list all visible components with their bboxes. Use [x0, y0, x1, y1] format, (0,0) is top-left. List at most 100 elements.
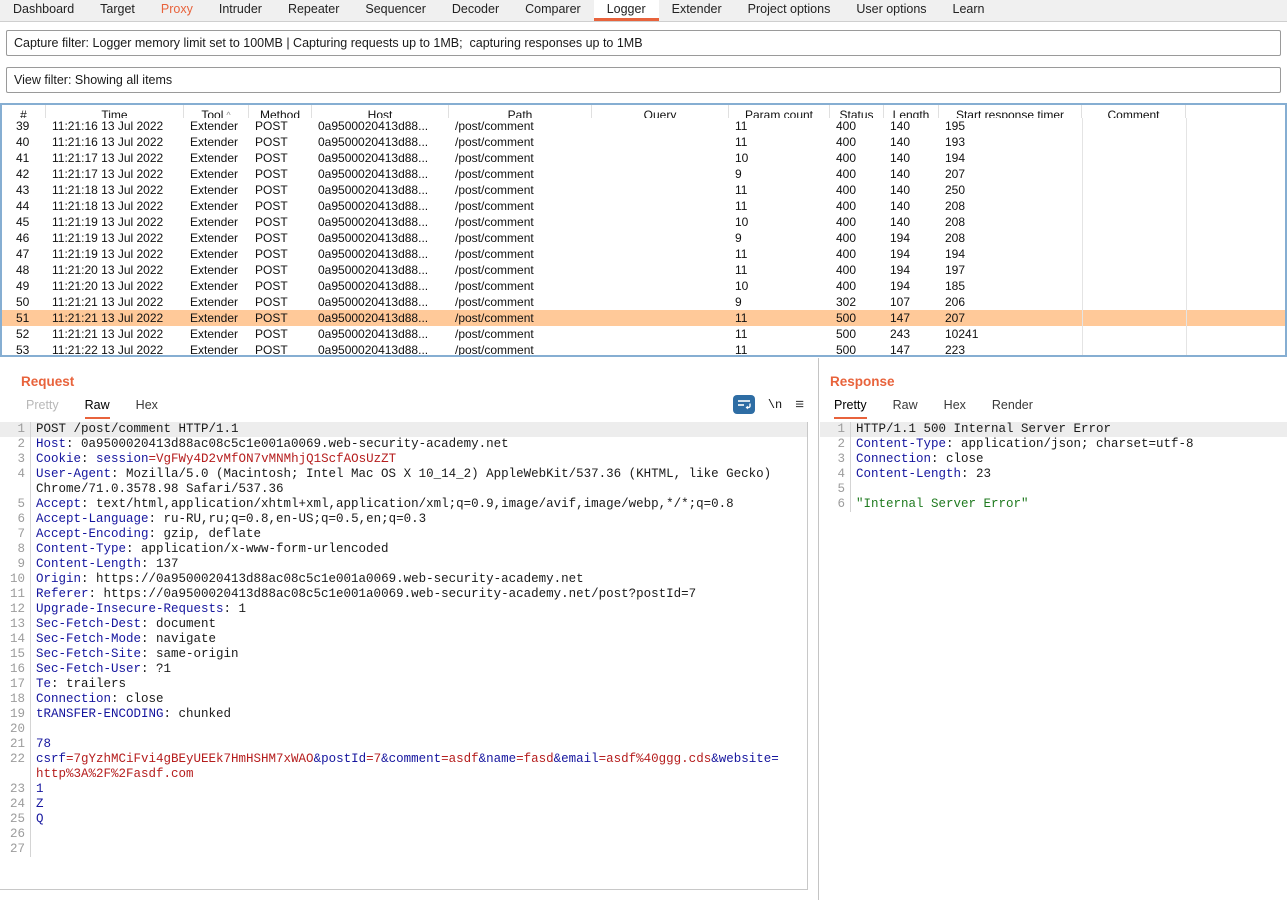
- capture-filter-label: Capture filter: Logger memory limit set …: [14, 36, 643, 50]
- cell-status: 400: [830, 151, 884, 165]
- line-content: "Internal Server Error": [850, 497, 1287, 512]
- cell-tool: Extender: [184, 247, 249, 261]
- cell-tool: Extender: [184, 231, 249, 245]
- nav-tab-intruder[interactable]: Intruder: [206, 0, 275, 21]
- response-title: Response: [830, 374, 895, 389]
- line-content: 78: [30, 737, 807, 752]
- view-filter-bar[interactable]: View filter: Showing all items: [6, 67, 1281, 93]
- log-row[interactable]: 4411:21:18 13 Jul 2022ExtenderPOST0a9500…: [2, 198, 1285, 214]
- nav-tab-dashboard[interactable]: Dashboard: [0, 0, 87, 21]
- cell-tool: Extender: [184, 119, 249, 133]
- cell-host: 0a9500020413d88...: [312, 263, 449, 277]
- response-tab-render[interactable]: Render: [992, 398, 1033, 419]
- main-tab-bar: DashboardTargetProxyIntruderRepeaterSequ…: [0, 0, 1287, 22]
- cell-param-count: 11: [729, 311, 830, 325]
- nav-tab-proxy[interactable]: Proxy: [148, 0, 206, 21]
- nav-tab-user-options[interactable]: User options: [843, 0, 939, 21]
- line-number: 18: [0, 692, 30, 707]
- nav-tab-repeater[interactable]: Repeater: [275, 0, 352, 21]
- nav-tab-extender[interactable]: Extender: [659, 0, 735, 21]
- cell-start-response-timer: 208: [939, 231, 1082, 245]
- log-row[interactable]: 5311:21:22 13 Jul 2022ExtenderPOST0a9500…: [2, 342, 1285, 357]
- line-content: [30, 722, 807, 737]
- log-row[interactable]: 4811:21:20 13 Jul 2022ExtenderPOST0a9500…: [2, 262, 1285, 278]
- log-row[interactable]: 4511:21:19 13 Jul 2022ExtenderPOST0a9500…: [2, 214, 1285, 230]
- capture-filter-bar[interactable]: Capture filter: Logger memory limit set …: [6, 30, 1281, 56]
- cell-length: 140: [884, 167, 939, 181]
- cell-tool: Extender: [184, 199, 249, 213]
- cell-host: 0a9500020413d88...: [312, 215, 449, 229]
- cell-tool: Extender: [184, 215, 249, 229]
- log-row[interactable]: 4911:21:20 13 Jul 2022ExtenderPOST0a9500…: [2, 278, 1285, 294]
- request-tab-raw[interactable]: Raw: [85, 398, 110, 419]
- pane-splitter[interactable]: [818, 358, 819, 900]
- editor-menu-icon[interactable]: ≡: [795, 397, 804, 412]
- nav-tab-comparer[interactable]: Comparer: [512, 0, 594, 21]
- log-table: #TimeTool^MethodHostPathQueryParam count…: [0, 103, 1287, 357]
- log-row[interactable]: 4711:21:19 13 Jul 2022ExtenderPOST0a9500…: [2, 246, 1285, 262]
- line-number: 20: [0, 722, 30, 737]
- line-content: Sec-Fetch-Mode: navigate: [30, 632, 807, 647]
- response-tab-raw[interactable]: Raw: [893, 398, 918, 419]
- log-row[interactable]: 4211:21:17 13 Jul 2022ExtenderPOST0a9500…: [2, 166, 1285, 182]
- request-code-line: 2178: [0, 737, 807, 752]
- nav-tab-project-options[interactable]: Project options: [735, 0, 844, 21]
- log-row[interactable]: 5111:21:21 13 Jul 2022ExtenderPOST0a9500…: [2, 310, 1285, 326]
- response-code-line: 5: [820, 482, 1287, 497]
- log-row[interactable]: 4311:21:18 13 Jul 2022ExtenderPOST0a9500…: [2, 182, 1285, 198]
- line-number: 17: [0, 677, 30, 692]
- line-content: Content-Type: application/json; charset=…: [850, 437, 1287, 452]
- line-content: Upgrade-Insecure-Requests: 1: [30, 602, 807, 617]
- cell-host: 0a9500020413d88...: [312, 295, 449, 309]
- cell-start-response-timer: 195: [939, 119, 1082, 133]
- line-number: 7: [0, 527, 30, 542]
- view-filter-label: View filter: Showing all items: [14, 73, 172, 87]
- cell-length: 194: [884, 247, 939, 261]
- cell-method: POST: [249, 231, 312, 245]
- cell--: 48: [2, 263, 46, 277]
- cell-tool: Extender: [184, 343, 249, 357]
- log-row[interactable]: 5211:21:21 13 Jul 2022ExtenderPOST0a9500…: [2, 326, 1285, 342]
- cell-time: 11:21:19 13 Jul 2022: [46, 231, 184, 245]
- cell-length: 194: [884, 279, 939, 293]
- nav-tab-logger[interactable]: Logger: [594, 0, 659, 21]
- cell-start-response-timer: 223: [939, 343, 1082, 357]
- line-content: [30, 827, 807, 842]
- cell-start-response-timer: 206: [939, 295, 1082, 309]
- nav-tab-decoder[interactable]: Decoder: [439, 0, 512, 21]
- log-row[interactable]: 5011:21:21 13 Jul 2022ExtenderPOST0a9500…: [2, 294, 1285, 310]
- cell-start-response-timer: 208: [939, 215, 1082, 229]
- response-tab-hex[interactable]: Hex: [944, 398, 966, 419]
- newline-toggle[interactable]: \n: [768, 398, 782, 412]
- cell-path: /post/comment: [449, 199, 592, 213]
- request-code-line: 6Accept-Language: ru-RU,ru;q=0.8,en-US;q…: [0, 512, 807, 527]
- line-number: 15: [0, 647, 30, 662]
- nav-tab-sequencer[interactable]: Sequencer: [352, 0, 438, 21]
- cell-start-response-timer: 208: [939, 199, 1082, 213]
- cell-method: POST: [249, 199, 312, 213]
- cell-param-count: 11: [729, 135, 830, 149]
- log-row[interactable]: 4011:21:16 13 Jul 2022ExtenderPOST0a9500…: [2, 134, 1285, 150]
- request-tab-pretty[interactable]: Pretty: [26, 398, 59, 419]
- cell-start-response-timer: 197: [939, 263, 1082, 277]
- soft-wrap-icon[interactable]: [733, 395, 755, 414]
- response-tab-pretty[interactable]: Pretty: [834, 398, 867, 419]
- cell-method: POST: [249, 327, 312, 341]
- nav-tab-learn[interactable]: Learn: [940, 0, 998, 21]
- cell-host: 0a9500020413d88...: [312, 311, 449, 325]
- line-content: POST /post/comment HTTP/1.1: [30, 422, 807, 437]
- line-content: Z: [30, 797, 807, 812]
- cell-status: 400: [830, 183, 884, 197]
- log-row[interactable]: 4611:21:19 13 Jul 2022ExtenderPOST0a9500…: [2, 230, 1285, 246]
- log-row[interactable]: 4111:21:17 13 Jul 2022ExtenderPOST0a9500…: [2, 150, 1285, 166]
- request-editor[interactable]: 1POST /post/comment HTTP/1.12Host: 0a950…: [0, 422, 808, 890]
- log-row[interactable]: 3911:21:16 13 Jul 2022ExtenderPOST0a9500…: [2, 118, 1285, 134]
- request-code-line: 24Z: [0, 797, 807, 812]
- cell-host: 0a9500020413d88...: [312, 167, 449, 181]
- response-editor[interactable]: 1HTTP/1.1 500 Internal Server Error2Cont…: [820, 422, 1287, 890]
- cell--: 50: [2, 295, 46, 309]
- request-tab-hex[interactable]: Hex: [136, 398, 158, 419]
- nav-tab-target[interactable]: Target: [87, 0, 148, 21]
- cell-length: 140: [884, 215, 939, 229]
- line-content: User-Agent: Mozilla/5.0 (Macintosh; Inte…: [30, 467, 807, 482]
